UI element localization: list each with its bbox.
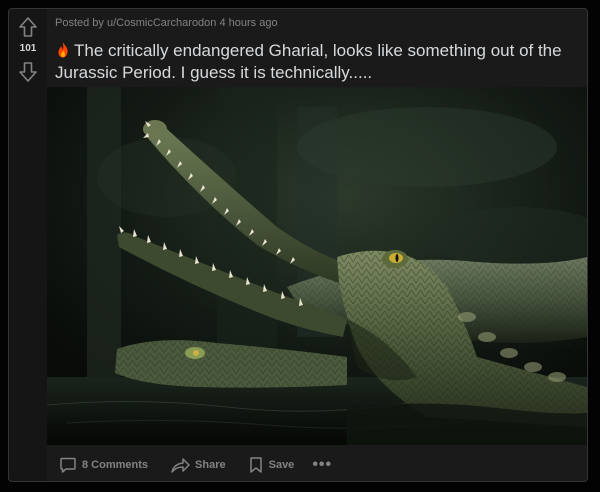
post-image[interactable]	[47, 87, 587, 445]
upvote-button[interactable]	[18, 16, 38, 38]
share-label: Share	[195, 459, 226, 471]
comments-button[interactable]: 8 Comments	[55, 454, 152, 476]
save-label: Save	[268, 459, 295, 471]
share-icon	[171, 458, 190, 473]
vote-column: 101	[9, 9, 47, 481]
save-button[interactable]: Save	[244, 454, 299, 476]
arrow-down-icon	[19, 62, 37, 82]
post-card[interactable]: 101 Posted by u/CosmicCarcharodon 4 hour…	[8, 8, 588, 482]
post-title[interactable]: The critically endangered Gharial, looks…	[55, 40, 575, 84]
post-actions: 8 Comments Share Save •••	[55, 453, 332, 477]
arrow-up-icon	[19, 17, 37, 37]
vote-score: 101	[19, 43, 37, 54]
comment-icon	[60, 457, 76, 473]
gharial-photo	[47, 87, 587, 445]
post-meta[interactable]: Posted by u/CosmicCarcharodon 4 hours ag…	[55, 17, 278, 29]
more-options-button[interactable]: •••	[312, 457, 332, 473]
downvote-button[interactable]	[18, 61, 38, 83]
post-title-text: The critically endangered Gharial, looks…	[55, 41, 562, 82]
bookmark-icon	[249, 457, 262, 473]
comments-label: 8 Comments	[82, 459, 149, 471]
fire-icon	[58, 42, 68, 58]
share-button[interactable]: Share	[166, 454, 230, 476]
